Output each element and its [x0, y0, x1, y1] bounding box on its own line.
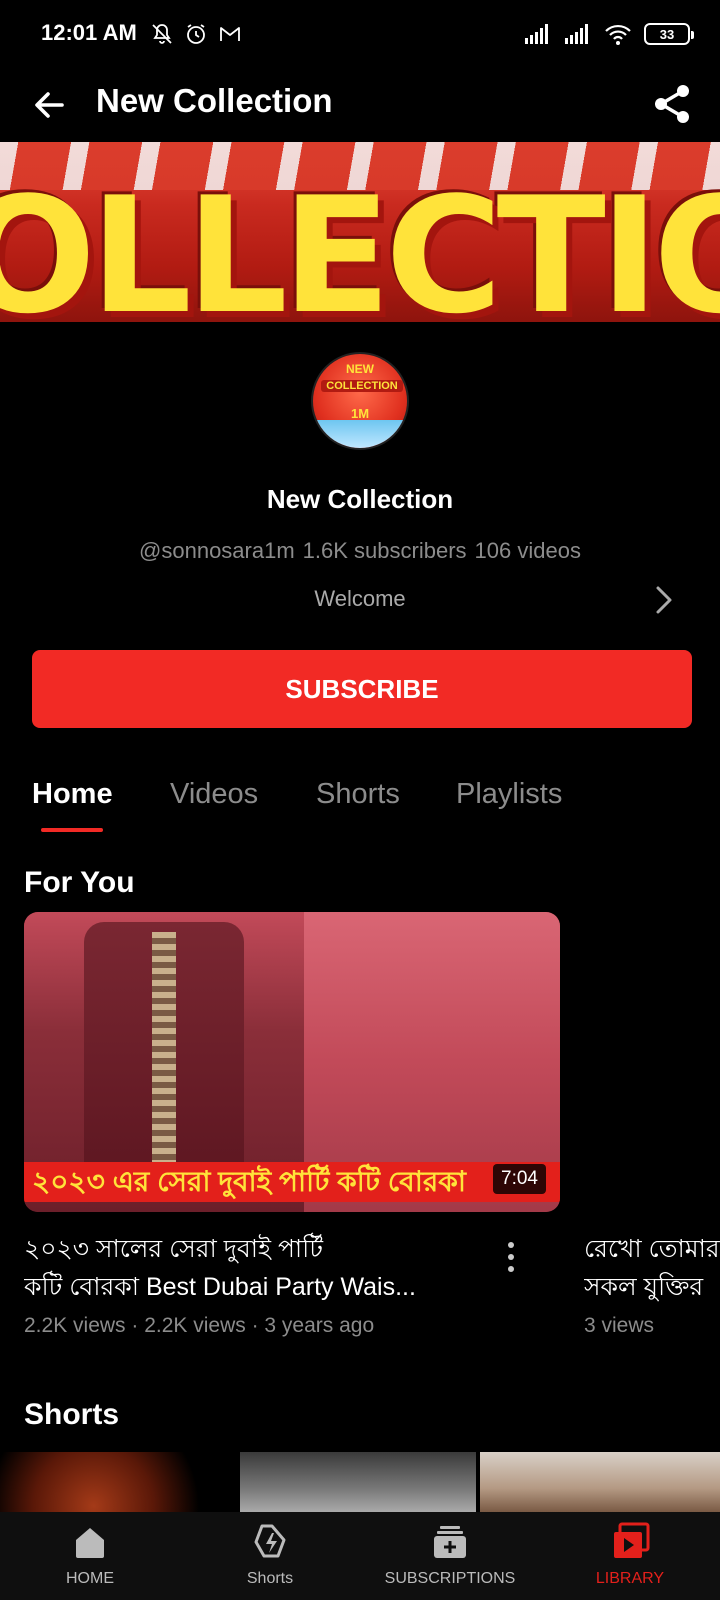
tab-videos[interactable]: Videos — [170, 778, 258, 811]
signal-icon — [525, 24, 548, 44]
short-thumbnail[interactable] — [480, 1452, 720, 1512]
gmail-icon — [220, 27, 240, 41]
nav-home-label: HOME — [66, 1570, 114, 1587]
channel-description-row[interactable]: Welcome — [0, 578, 720, 622]
video-meta: 2.2K views · 2.2K views · 3 years ago — [24, 1314, 375, 1337]
channel-handle: @sonnosara1m — [139, 538, 295, 563]
share-icon[interactable] — [650, 82, 694, 126]
active-tab-indicator — [41, 828, 103, 832]
thumbnail-caption: ২০২৩ এর সেরা দুবাই পার্টি কটি বোরকা — [24, 1162, 560, 1202]
chevron-right-icon — [656, 586, 672, 614]
subscriptions-icon — [434, 1526, 466, 1558]
header-title: New Collection — [96, 82, 333, 119]
channel-subscribers: 1.6K subscribers — [302, 538, 467, 563]
tab-shorts[interactable]: Shorts — [316, 778, 400, 811]
video-title-line1: ২০২৩ সালের সেরা দুবাই পার্টি — [24, 1235, 323, 1263]
nav-subscriptions-label: SUBSCRIPTIONS — [384, 1570, 516, 1587]
status-bar: 12:01 AM 33 — [0, 0, 720, 70]
shorts-heading: Shorts — [24, 1398, 120, 1431]
channel-name: New Collection — [266, 484, 454, 514]
alarm-icon — [187, 24, 205, 44]
for-you-heading: For You — [24, 866, 135, 899]
battery-indicator: 33 — [644, 23, 694, 45]
back-arrow-icon[interactable] — [28, 84, 70, 126]
avatar-sky — [313, 420, 407, 448]
nav-shorts-label: Shorts — [246, 1570, 294, 1587]
video2-title-line2: সকল যুক্তির — [584, 1273, 704, 1301]
library-icon — [614, 1522, 650, 1558]
channel-description: Welcome — [314, 586, 406, 611]
channel-tabs: Home Videos Shorts Playlists — [0, 770, 720, 832]
bottom-navigation: HOME Shorts SUBSCRIPTIONS LIBRARY — [0, 1512, 720, 1600]
video-thumbnail[interactable]: ২০২৩ এর সেরা দুবাই পার্টি কটি বোরকা 7:04 — [24, 912, 560, 1212]
battery-level: 33 — [659, 26, 675, 42]
tab-playlists[interactable]: Playlists — [456, 778, 562, 811]
video-duration-badge: 7:04 — [493, 1164, 546, 1194]
mute-bell-icon — [152, 24, 172, 44]
more-vert-icon[interactable] — [496, 1237, 526, 1277]
app-header: New Collection — [0, 70, 720, 140]
video-title-partial[interactable]: রেখো তোমার সকল যুক্তির — [584, 1230, 720, 1306]
tab-home[interactable]: Home — [32, 778, 113, 811]
avatar-line3: 1M — [350, 406, 370, 421]
video-title[interactable]: ২০২৩ সালের সেরা দুবাই পার্টি কটি বোরকা B… — [24, 1230, 470, 1306]
nav-shorts[interactable]: Shorts — [180, 1512, 360, 1600]
banner-text: OLLECTIO — [0, 162, 720, 322]
channel-avatar[interactable]: NEW COLLECTION 1M — [311, 352, 409, 450]
short-thumbnail[interactable] — [0, 1452, 234, 1512]
thumbnail-dress-trim — [152, 932, 176, 1192]
status-time: 12:01 AM — [41, 20, 137, 45]
status-icons-right: 33 — [524, 22, 694, 46]
video2-title-line1: রেখো তোমার — [584, 1235, 720, 1263]
shorts-icon — [254, 1524, 286, 1558]
nav-library[interactable]: LIBRARY — [540, 1512, 720, 1600]
channel-banner: OLLECTIO — [0, 142, 720, 322]
wifi-icon — [605, 24, 631, 45]
channel-video-count: 106 videos — [474, 538, 581, 563]
status-icons-left — [150, 22, 242, 46]
home-icon — [76, 1528, 104, 1558]
subscribe-button[interactable]: SUBSCRIBE — [32, 650, 692, 728]
nav-home[interactable]: HOME — [0, 1512, 180, 1600]
short-thumbnail[interactable] — [240, 1452, 476, 1512]
avatar-line2: COLLECTION — [321, 380, 403, 392]
nav-library-label: LIBRARY — [595, 1570, 665, 1587]
video-title-line2: কটি বোরকা Best Dubai Party Wais... — [24, 1273, 416, 1301]
video-meta-partial: 3 views — [584, 1314, 655, 1337]
avatar-line1: NEW — [346, 362, 374, 376]
channel-meta: @sonnosara1m 1.6K subscribers 106 videos — [0, 538, 720, 564]
signal-icon-2 — [565, 24, 588, 44]
nav-subscriptions[interactable]: SUBSCRIPTIONS — [360, 1512, 540, 1600]
